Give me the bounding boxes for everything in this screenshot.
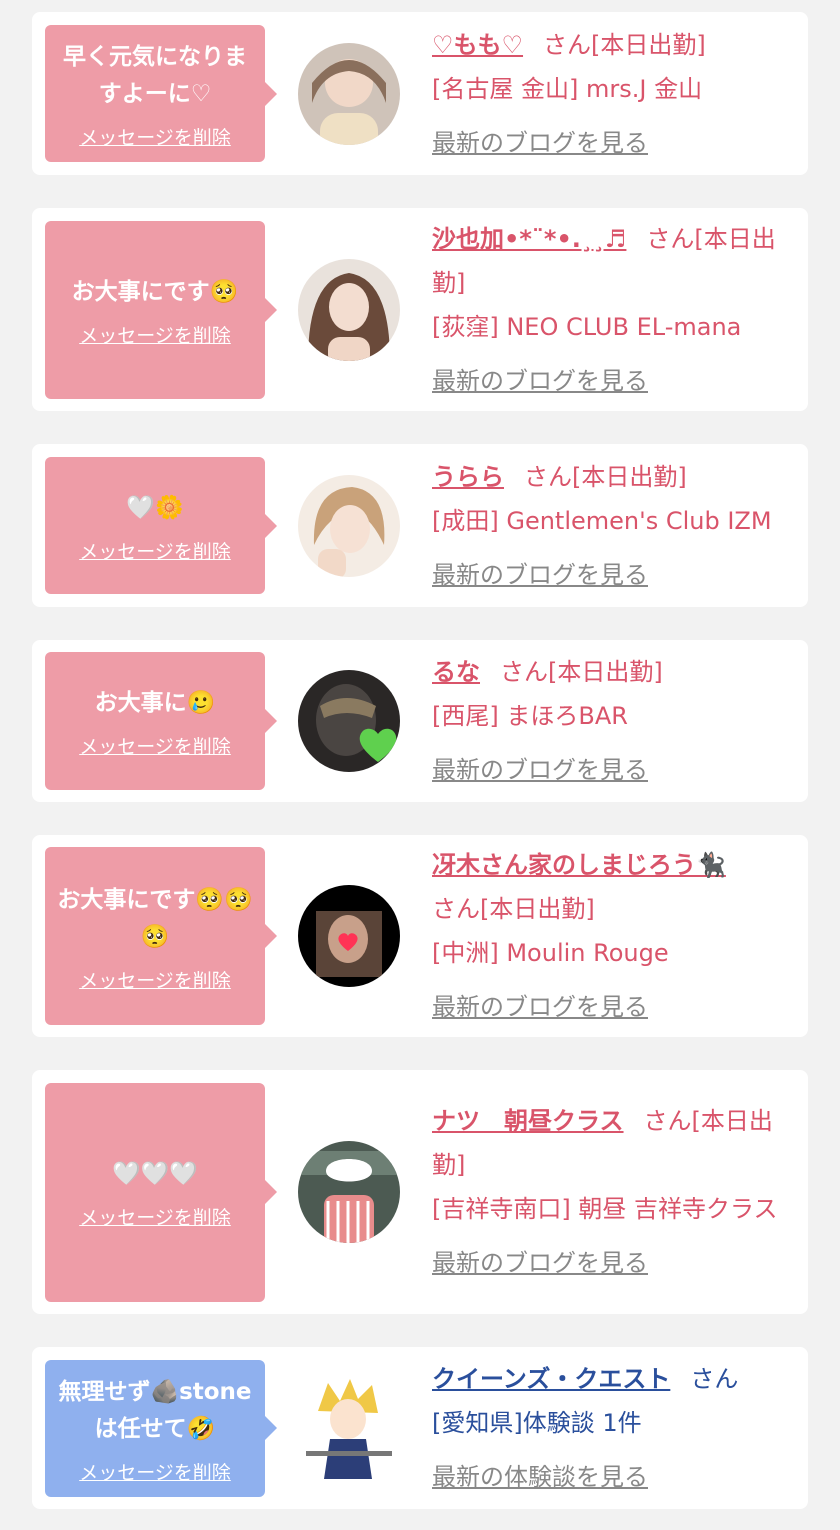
delete-message-link[interactable]: メッセージを削除: [55, 537, 255, 564]
message-bubble: お大事にです🥺🥺🥺 メッセージを削除: [45, 847, 277, 1025]
avatar[interactable]: [298, 1377, 400, 1479]
delete-message-link[interactable]: メッセージを削除: [55, 123, 255, 150]
latest-blog-link[interactable]: 最新のブログを見る: [432, 553, 648, 597]
message-text: お大事にです🥺: [71, 278, 239, 305]
cast-name-link[interactable]: うらら: [432, 463, 504, 491]
cast-name-link[interactable]: るな: [432, 658, 480, 686]
delete-message-link[interactable]: メッセージを削除: [55, 966, 255, 993]
delete-message-link[interactable]: メッセージを削除: [55, 1458, 255, 1485]
latest-blog-link[interactable]: 最新のブログを見る: [432, 1241, 648, 1285]
cast-info: ♡もも♡ さん[本日出勤] [名古屋 金山] mrs.J 金山 最新のブログを見る: [432, 23, 796, 165]
cast-name-link[interactable]: ♡もも♡: [432, 31, 523, 59]
cast-status: さん[本日出勤]: [432, 895, 595, 923]
message-list: 早く元気になりますよーに♡ メッセージを削除 ♡もも♡ さん[本日出勤] [名古屋…: [0, 0, 840, 1509]
delete-message-link[interactable]: メッセージを削除: [55, 1203, 255, 1230]
latest-blog-link[interactable]: 最新のブログを見る: [432, 359, 648, 403]
cast-info: うらら さん[本日出勤] [成田] Gentlemen's Club IZM 最新…: [432, 455, 796, 597]
message-text: お大事に🥲: [94, 690, 216, 716]
cast-status: さん[本日出勤]: [500, 658, 663, 686]
cast-name-link[interactable]: ナツ 朝昼クラス: [432, 1107, 624, 1135]
message-bubble: 🤍🤍🤍 メッセージを削除: [45, 1082, 277, 1302]
message-bubble: 早く元気になりますよーに♡ メッセージを削除: [45, 25, 277, 162]
avatar[interactable]: [298, 258, 400, 361]
avatar[interactable]: [298, 885, 400, 987]
store-name: [吉祥寺南口] 朝昼 吉祥寺クラス: [432, 1195, 778, 1223]
cast-info: るな さん[本日出勤] [西尾] まほろBAR 最新のブログを見る: [432, 650, 796, 792]
list-item: 🤍🌼 メッセージを削除 うらら さん[本日出勤] [成田] Gentlemen's…: [32, 444, 808, 607]
store-name: [荻窪] NEO CLUB EL-mana: [432, 312, 742, 341]
message-text: お大事にです🥺🥺🥺: [57, 886, 253, 950]
message-text: 🤍🌼: [126, 494, 184, 521]
avatar[interactable]: [298, 670, 400, 772]
message-text: 🤍🤍🤍: [112, 1161, 198, 1187]
store-name: [中洲] Moulin Rouge: [432, 939, 669, 967]
message-text: 無理せず🪨stoneは任せて🤣: [58, 1378, 252, 1442]
avatar[interactable]: [298, 42, 400, 145]
reviewer-info: クイーンズ・クエスト さん [愛知県]体験談 1件 最新の体験談を見る: [432, 1357, 796, 1499]
reviewer-name-link[interactable]: クイーンズ・クエスト: [432, 1365, 670, 1393]
cast-name-link[interactable]: 沙也加•*¨*•.¸¸♬: [432, 225, 626, 253]
latest-blog-link[interactable]: 最新のブログを見る: [432, 985, 648, 1029]
list-item: お大事にです🥺 メッセージを削除 沙也加•*¨*•.¸¸♬ さん[本日出勤] [荻…: [32, 208, 808, 411]
message-bubble: 🤍🌼 メッセージを削除: [45, 457, 277, 594]
list-item: 無理せず🪨stoneは任せて🤣 メッセージを削除 クイーンズ・クエスト さん [愛…: [32, 1347, 808, 1509]
store-name: [西尾] まほろBAR: [432, 702, 628, 730]
cast-info: 冴木さん家のしまじろう🐈‍⬛ さん[本日出勤] [中洲] Moulin Roug…: [432, 843, 796, 1029]
list-item: お大事に🥲 メッセージを削除 るな さん[本日出勤] [西尾] まほろBAR 最新…: [32, 640, 808, 802]
cast-info: ナツ 朝昼クラス さん[本日出勤] [吉祥寺南口] 朝昼 吉祥寺クラス 最新のブロ…: [432, 1099, 796, 1285]
delete-message-link[interactable]: メッセージを削除: [55, 732, 255, 759]
message-bubble: 無理せず🪨stoneは任せて🤣 メッセージを削除: [45, 1359, 277, 1497]
avatar[interactable]: [298, 1141, 400, 1243]
cast-name-link[interactable]: 冴木さん家のしまじろう🐈‍⬛: [432, 851, 726, 879]
message-bubble: お大事に🥲 メッセージを削除: [45, 652, 277, 790]
list-item: 🤍🤍🤍 メッセージを削除 ナツ 朝昼クラス さん[本日出勤] [吉祥寺南口] 朝昼…: [32, 1070, 808, 1314]
message-bubble: お大事にです🥺 メッセージを削除: [45, 220, 277, 399]
delete-message-link[interactable]: メッセージを削除: [55, 321, 255, 348]
list-item: 早く元気になりますよーに♡ メッセージを削除 ♡もも♡ さん[本日出勤] [名古屋…: [32, 12, 808, 175]
message-text: 早く元気になりますよーに♡: [63, 44, 247, 107]
review-count: [愛知県]体験談 1件: [432, 1409, 642, 1437]
cast-status: さん[本日出勤]: [543, 30, 706, 59]
store-name: [名古屋 金山] mrs.J 金山: [432, 74, 703, 103]
latest-blog-link[interactable]: 最新のブログを見る: [432, 748, 648, 792]
reviewer-suffix: さん: [690, 1365, 739, 1393]
list-item: お大事にです🥺🥺🥺 メッセージを削除 冴木さん家のしまじろう🐈‍⬛ さん[本日出…: [32, 835, 808, 1037]
store-name: [成田] Gentlemen's Club IZM: [432, 506, 772, 535]
latest-review-link[interactable]: 最新の体験談を見る: [432, 1455, 648, 1499]
avatar[interactable]: [298, 474, 400, 577]
latest-blog-link[interactable]: 最新のブログを見る: [432, 121, 648, 165]
cast-status: さん[本日出勤]: [524, 462, 687, 491]
cast-info: 沙也加•*¨*•.¸¸♬ さん[本日出勤] [荻窪] NEO CLUB EL-ma…: [432, 217, 796, 403]
